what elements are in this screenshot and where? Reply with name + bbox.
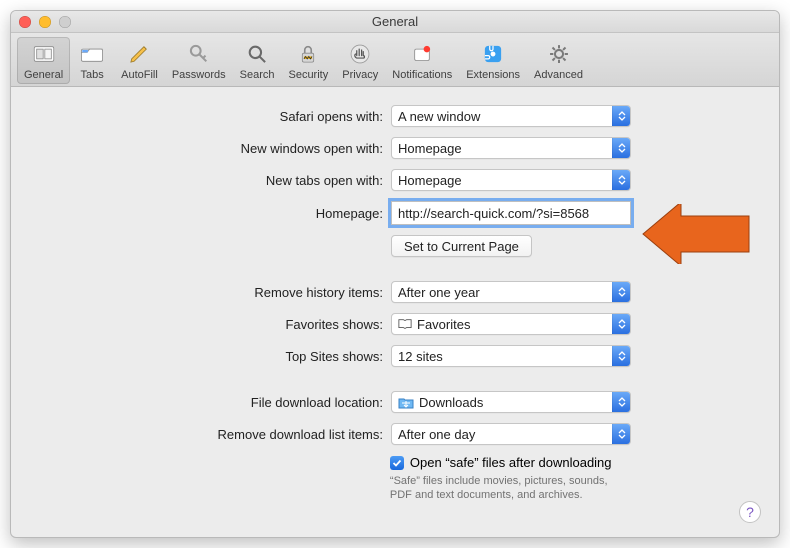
toolbar-item-notifications[interactable]: Notifications xyxy=(385,37,459,84)
button-label: Set to Current Page xyxy=(404,239,519,254)
homepage-label: Homepage: xyxy=(21,206,391,221)
bookmarks-icon xyxy=(398,318,412,330)
toolbar-item-tabs[interactable]: Tabs xyxy=(70,37,114,84)
safari-opens-popup[interactable]: A new window xyxy=(391,105,631,127)
toolbar-item-general[interactable]: General xyxy=(17,37,70,84)
safe-files-description: “Safe” files include movies, pictures, s… xyxy=(390,474,620,502)
preferences-toolbar: General Tabs AutoFill Passwords Search xyxy=(11,33,779,87)
toolbar-label: Notifications xyxy=(392,69,452,81)
open-safe-files-checkbox[interactable] xyxy=(390,456,404,470)
key-icon xyxy=(184,39,214,69)
remove-downloads-label: Remove download list items: xyxy=(21,427,391,442)
popup-value: After one day xyxy=(398,427,475,442)
chevron-updown-icon xyxy=(612,346,630,366)
notifications-icon xyxy=(407,39,437,69)
window-controls xyxy=(19,16,71,28)
popup-value: Favorites xyxy=(417,317,470,332)
remove-history-popup[interactable]: After one year xyxy=(391,281,631,303)
open-safe-files-label: Open “safe” files after downloading xyxy=(410,455,612,470)
download-location-popup[interactable]: Downloads xyxy=(391,391,631,413)
pencil-icon xyxy=(124,39,154,69)
popup-value: Homepage xyxy=(398,141,462,156)
safari-opens-label: Safari opens with: xyxy=(21,109,391,124)
minimize-button[interactable] xyxy=(39,16,51,28)
toolbar-label: Search xyxy=(240,69,275,81)
new-windows-popup[interactable]: Homepage xyxy=(391,137,631,159)
favorites-label: Favorites shows: xyxy=(21,317,391,332)
chevron-updown-icon xyxy=(612,424,630,444)
remove-history-label: Remove history items: xyxy=(21,285,391,300)
search-icon xyxy=(242,39,272,69)
popup-value: Downloads xyxy=(419,395,483,410)
toolbar-label: Passwords xyxy=(172,69,226,81)
window-title: General xyxy=(372,14,418,29)
toolbar-label: Security xyxy=(288,69,328,81)
chevron-updown-icon xyxy=(612,392,630,412)
toolbar-item-security[interactable]: Security xyxy=(281,37,335,84)
hand-icon xyxy=(345,39,375,69)
close-button[interactable] xyxy=(19,16,31,28)
chevron-updown-icon xyxy=(612,314,630,334)
set-to-current-page-button[interactable]: Set to Current Page xyxy=(391,235,532,257)
toolbar-label: Tabs xyxy=(81,69,104,81)
homepage-value: http://search-quick.com/?si=8568 xyxy=(398,206,589,221)
new-windows-label: New windows open with: xyxy=(21,141,391,156)
toolbar-label: AutoFill xyxy=(121,69,158,81)
toolbar-item-advanced[interactable]: Advanced xyxy=(527,37,590,84)
chevron-updown-icon xyxy=(612,138,630,158)
remove-downloads-popup[interactable]: After one day xyxy=(391,423,631,445)
favorites-popup[interactable]: Favorites xyxy=(391,313,631,335)
toolbar-item-autofill[interactable]: AutoFill xyxy=(114,37,165,84)
toolbar-item-passwords[interactable]: Passwords xyxy=(165,37,233,84)
new-tabs-label: New tabs open with: xyxy=(21,173,391,188)
chevron-updown-icon xyxy=(612,282,630,302)
popup-value: After one year xyxy=(398,285,480,300)
lock-icon xyxy=(293,39,323,69)
chevron-updown-icon xyxy=(612,106,630,126)
tabs-icon xyxy=(77,39,107,69)
popup-value: A new window xyxy=(398,109,480,124)
gear-icon xyxy=(544,39,574,69)
toolbar-label: General xyxy=(24,69,63,81)
titlebar: General xyxy=(11,11,779,33)
preferences-window: General General Tabs AutoFill Passwords xyxy=(10,10,780,538)
general-pane: Safari opens with: A new window New wind… xyxy=(11,87,779,522)
zoom-button[interactable] xyxy=(59,16,71,28)
question-mark-icon: ? xyxy=(746,504,754,520)
popup-value: 12 sites xyxy=(398,349,443,364)
topsites-label: Top Sites shows: xyxy=(21,349,391,364)
topsites-popup[interactable]: 12 sites xyxy=(391,345,631,367)
toolbar-item-search[interactable]: Search xyxy=(233,37,282,84)
switch-icon xyxy=(29,39,59,69)
toolbar-label: Extensions xyxy=(466,69,520,81)
popup-value: Homepage xyxy=(398,173,462,188)
new-tabs-popup[interactable]: Homepage xyxy=(391,169,631,191)
toolbar-item-extensions[interactable]: Extensions xyxy=(459,37,527,84)
download-location-label: File download location: xyxy=(21,395,391,410)
help-button[interactable]: ? xyxy=(739,501,761,523)
toolbar-label: Privacy xyxy=(342,69,378,81)
homepage-field[interactable]: http://search-quick.com/?si=8568 xyxy=(391,201,631,225)
chevron-updown-icon xyxy=(612,170,630,190)
folder-icon xyxy=(398,396,414,409)
toolbar-item-privacy[interactable]: Privacy xyxy=(335,37,385,84)
toolbar-label: Advanced xyxy=(534,69,583,81)
puzzle-icon xyxy=(478,39,508,69)
